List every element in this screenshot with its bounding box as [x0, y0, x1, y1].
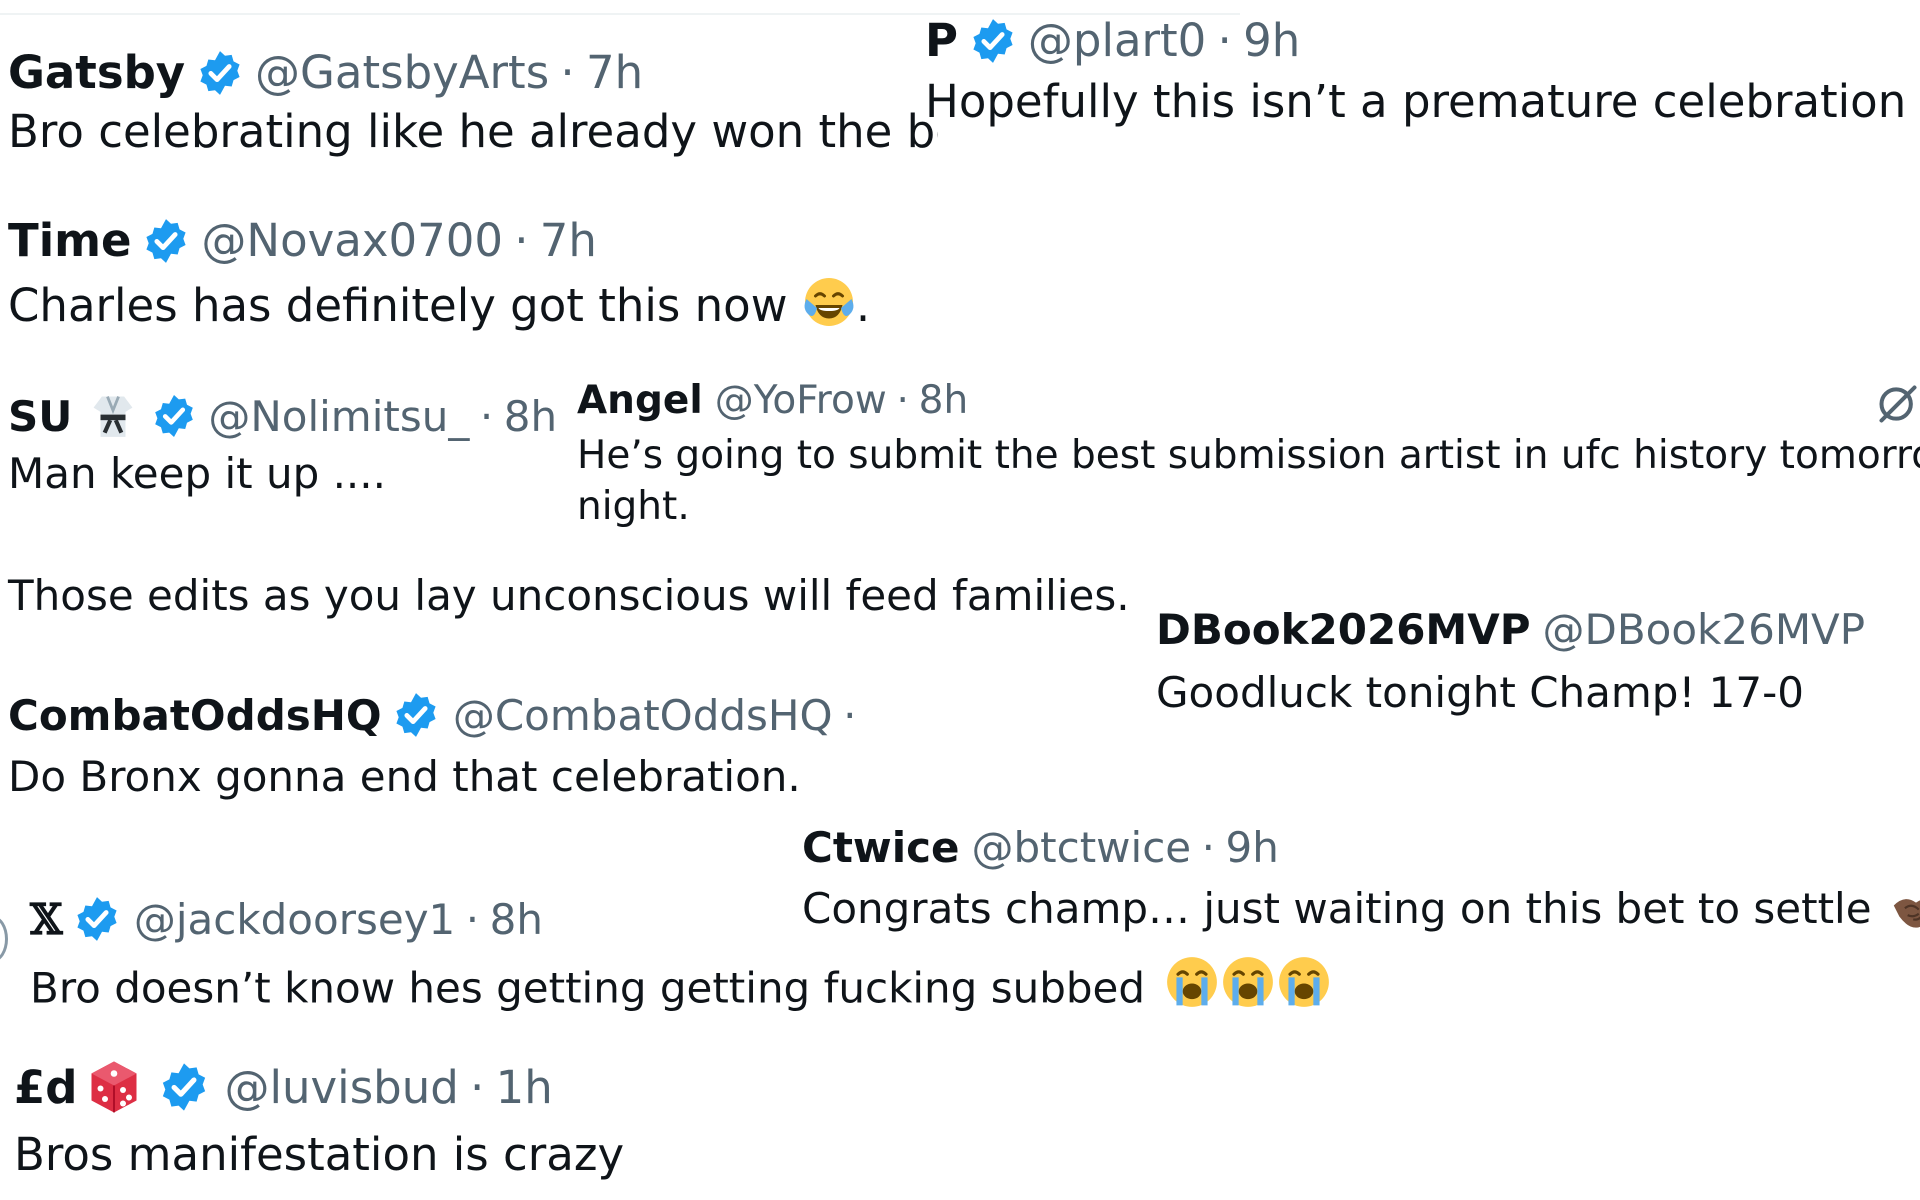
tweet-text: Man keep it up .... — [8, 449, 386, 498]
loudly-crying-face-emoji — [1164, 954, 1220, 1010]
handshake-emoji — [1891, 891, 1920, 931]
author-handle[interactable]: @plart0 — [1028, 14, 1206, 67]
tweet-text: He’s going to submit the best submission… — [577, 433, 1920, 478]
separator-dot: · — [514, 214, 529, 267]
verified-badge-icon — [195, 48, 245, 98]
loudly-crying-face-emoji — [1220, 954, 1276, 1010]
author-handle[interactable]: @jackdoorsey1 — [134, 895, 455, 944]
separator-dot: · — [560, 46, 575, 99]
author-name[interactable]: Angel — [577, 378, 703, 423]
verified-badge-icon — [968, 16, 1018, 66]
post-time[interactable]: 1h — [496, 1061, 553, 1114]
post-time[interactable]: 7h — [540, 214, 597, 267]
separator-dot: · — [896, 378, 909, 423]
loudly-crying-face-emoji — [1276, 954, 1332, 1010]
separator-dot: · — [470, 1060, 485, 1114]
tweet-text: Charles has definitely got this now — [8, 278, 788, 332]
reply-tweet-luvisbud[interactable]: £d @luvisbud · 1h Bros manifestation is … — [14, 1058, 625, 1182]
post-time[interactable]: 9h — [1243, 14, 1300, 67]
martial-arts-uniform-emoji — [88, 391, 138, 441]
author-handle[interactable]: @GatsbyArts — [255, 46, 549, 99]
author-handle[interactable]: @Nolimitsu_ — [208, 392, 469, 441]
game-die-emoji — [87, 1058, 141, 1116]
tweet-text-line-2: night. — [577, 483, 690, 529]
tweet-text-end: . — [855, 278, 871, 332]
tweet-text: Hopefully this isn’t a premature celebra… — [925, 75, 1907, 128]
verified-badge-icon — [72, 894, 122, 944]
tweet-text-row: Bro doesn’t know hes getting getting fuc… — [30, 954, 1332, 1012]
tweet-text: Bro doesn’t know hes getting getting fuc… — [30, 963, 1146, 1013]
post-time[interactable]: 8h — [490, 895, 543, 944]
post-time[interactable]: 9h — [1225, 823, 1278, 872]
separator-dot: · — [479, 391, 494, 441]
author-name[interactable]: Ctwice — [802, 823, 959, 872]
separator-dot: · — [1201, 823, 1215, 872]
verified-badge-icon — [150, 392, 198, 440]
author-name[interactable]: Time — [8, 214, 132, 267]
tweet-text: Do Bronx gonna end that celebration. — [8, 752, 801, 801]
author-name[interactable]: 𝕏 — [30, 895, 63, 944]
author-handle[interactable]: @luvisbud — [225, 1061, 459, 1114]
reply-tweet-angel[interactable]: Angel @YoFrow · 8h He’s going to submit … — [577, 378, 1920, 532]
reply-tweet-su[interactable]: SU @Nolimitsu_ · 8h Man keep it up .... — [8, 391, 557, 499]
tweet-text: Bros manifestation is crazy — [14, 1128, 625, 1181]
grok-icon[interactable] — [1876, 382, 1920, 426]
author-name[interactable]: CombatOddsHQ — [8, 691, 382, 740]
tweet-text: Bro celebrating like he already won the … — [8, 105, 938, 158]
tweet-text-row: Charles has definitely got this now . — [8, 275, 870, 332]
reply-tweet-p[interactable]: P @plart0 · 9h Hopefully this isn’t a pr… — [925, 14, 1906, 128]
verified-badge-icon — [157, 1060, 211, 1114]
author-name[interactable]: £d — [14, 1061, 78, 1114]
post-time[interactable]: 8h — [504, 392, 557, 441]
author-handle[interactable]: @btctwice — [971, 823, 1191, 872]
author-name[interactable]: P — [925, 14, 958, 67]
thread-avatar-edge — [0, 916, 8, 962]
reply-tweet-dbook[interactable]: DBook2026MVP @DBook26MVP Goodluck tonigh… — [1156, 605, 1865, 717]
author-name[interactable]: SU — [8, 392, 72, 441]
verified-badge-icon — [141, 216, 191, 266]
author-handle[interactable]: @CombatOddsHQ — [453, 691, 833, 740]
author-handle[interactable]: @Novax0700 — [201, 214, 503, 267]
tweet-text: Those edits as you lay unconscious will … — [8, 571, 1130, 620]
separator-dot: · — [843, 690, 857, 740]
reply-tweet-edits[interactable]: Those edits as you lay unconscious will … — [8, 571, 1130, 620]
top-divider — [0, 0, 1240, 15]
author-handle[interactable]: @DBook26MVP — [1543, 605, 1866, 654]
reply-tweet-time[interactable]: Time @Novax0700 · 7h Charles has definit… — [8, 214, 870, 332]
separator-dot: · — [465, 894, 480, 944]
separator-dot: · — [1217, 14, 1232, 67]
face-with-tears-of-joy-emoji — [802, 275, 856, 329]
reply-tweet-jackdoorsey[interactable]: 𝕏 @jackdoorsey1 · 8h Bro doesn’t know he… — [30, 894, 1332, 1012]
tweet-text: Goodluck tonight Champ! 17-0 — [1156, 668, 1804, 717]
reply-tweet-combatoddshq[interactable]: CombatOddsHQ @CombatOddsHQ · Do Bronx go… — [8, 690, 867, 802]
reply-tweet-gatsby[interactable]: Gatsby @GatsbyArts · 7h Bro celebrating … — [8, 46, 938, 158]
author-name[interactable]: Gatsby — [8, 46, 185, 99]
post-time[interactable]: 7h — [586, 46, 643, 99]
author-name[interactable]: DBook2026MVP — [1156, 605, 1531, 654]
post-time[interactable]: 8h — [919, 378, 969, 423]
verified-badge-icon — [391, 690, 441, 740]
author-handle[interactable]: @YoFrow — [715, 378, 887, 423]
